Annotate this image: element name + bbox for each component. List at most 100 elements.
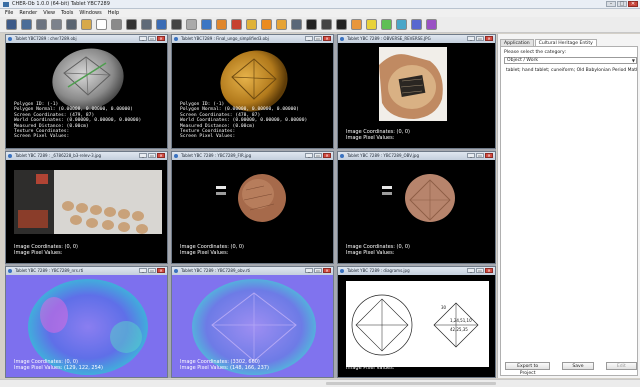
pane-minimize-button[interactable]: _ <box>305 268 313 273</box>
pane-close-button[interactable]: ✕ <box>157 268 165 273</box>
pane-restore-button[interactable]: ▭ <box>476 153 484 158</box>
pane-close-button[interactable]: ✕ <box>323 268 331 273</box>
pane-viewport[interactable]: Image Coordinates: (0, 0) Image Pixel Va… <box>172 160 333 263</box>
pencil-icon[interactable] <box>216 19 227 30</box>
viewer-pane-rti-normals[interactable]: Tablet YBC 7289 : YBC7289_nrs.rti _ ▭ ✕ Im… <box>5 266 168 378</box>
pane-title[interactable]: Tablet YBC7289 : Final_ungo_simplified3.… <box>172 35 333 43</box>
maximize-button[interactable]: □ <box>617 1 627 7</box>
cube-icon[interactable] <box>141 19 152 30</box>
note-icon[interactable] <box>276 19 287 30</box>
pane-close-button[interactable]: ✕ <box>157 36 165 41</box>
pane-minimize-button[interactable]: _ <box>139 153 147 158</box>
tab-application[interactable]: Application <box>500 39 534 46</box>
pane-close-button[interactable]: ✕ <box>323 153 331 158</box>
pane-viewport[interactable]: Polygon ID: (-1) Polygon Normal: (0.0000… <box>6 43 167 148</box>
save-project-icon[interactable] <box>21 19 32 30</box>
menu-file[interactable]: File <box>5 9 13 17</box>
pane-restore-button[interactable]: ▭ <box>148 268 156 273</box>
pane-restore-button[interactable]: ▭ <box>476 268 484 273</box>
pane-viewport[interactable]: Image Coordinates: (0, 0) Image Pixel Va… <box>6 160 167 263</box>
pane-minimize-button[interactable]: _ <box>139 36 147 41</box>
pane-title[interactable]: Tablet YBC 7289 : _6786228_b3-relev-3.jp… <box>6 152 167 160</box>
pane-viewport[interactable]: Polygon ID: (-1) Polygon Normal: (0.0000… <box>172 43 333 148</box>
viewer-pane-photo-obv[interactable]: Tablet YBC 7289 : YBC7289_OBV.jpg _ ▭ ✕ Im… <box>337 151 496 264</box>
pane-title[interactable]: Tablet YBC 7289 : YBC7289_OBV.jpg _ ▭ ✕ <box>338 152 495 160</box>
viewer-pane-diagrams[interactable]: Tablet YBC 7289 : diagrams.jpg _ ▭ ✕ 30 1,… <box>337 266 496 378</box>
pane-restore-button[interactable]: ▭ <box>476 36 484 41</box>
minimize-button[interactable]: – <box>606 1 616 7</box>
pane-close-button[interactable]: ✕ <box>485 153 493 158</box>
rti-icon[interactable] <box>336 19 347 30</box>
color-mode-icon[interactable] <box>306 19 317 30</box>
open-project-icon[interactable] <box>6 19 17 30</box>
entity-description-field[interactable]: tablet; hand tablet; cuneiform; Old Baby… <box>504 67 637 76</box>
viewer-pane-photo-relev[interactable]: Tablet YBC 7289 : _6786228_b3-relev-3.jp… <box>5 151 168 264</box>
save-button[interactable]: Save <box>562 362 594 370</box>
pane-restore-button[interactable]: ▭ <box>314 268 322 273</box>
pane-title[interactable]: Tablet YBC 7289 : diagrams.jpg _ ▭ ✕ <box>338 267 495 275</box>
pane-minimize-button[interactable]: _ <box>467 153 475 158</box>
pane-title[interactable]: Tablet YBC 7289 : YBC7289_obv.rti _ ▭ ✕ <box>172 267 333 275</box>
point-icon[interactable] <box>171 19 182 30</box>
info-icon[interactable] <box>156 19 167 30</box>
camera-icon[interactable] <box>291 19 302 30</box>
menu-help[interactable]: Help <box>108 9 119 17</box>
viewer-pane-3d-gold[interactable]: Tablet YBC7289 : Final_ungo_simplified3.… <box>171 34 334 149</box>
menu-tools[interactable]: Tools <box>61 9 73 17</box>
menu-view[interactable]: View <box>43 9 55 17</box>
filter-purple-icon[interactable] <box>426 19 437 30</box>
folder-icon[interactable] <box>81 19 92 30</box>
mono-mode-icon[interactable] <box>321 19 332 30</box>
export-to-project-button[interactable]: Export to Project <box>505 362 551 376</box>
pane-close-button[interactable]: ✕ <box>485 268 493 273</box>
pane-close-button[interactable]: ✕ <box>323 36 331 41</box>
pane-viewport[interactable]: Image Coordinates: (0, 0) Image Pixel Va… <box>6 275 167 377</box>
pane-minimize-button[interactable]: _ <box>467 268 475 273</box>
surface-icon[interactable] <box>186 19 197 30</box>
filter-blue-icon[interactable] <box>411 19 422 30</box>
distance-icon[interactable] <box>231 19 242 30</box>
interpolation-icon[interactable] <box>111 19 122 30</box>
pane-title[interactable]: Tablet YBC7289 : cher7289.obj _ ▭ ✕ <box>6 35 167 43</box>
filter-red-icon[interactable] <box>351 19 362 30</box>
viewer-pane-3d-grey[interactable]: Tablet YBC7289 : cher7289.obj _ ▭ ✕ Polygo… <box>5 34 168 149</box>
grid-icon[interactable] <box>96 19 107 30</box>
viewer-pane-rti-obverse[interactable]: Tablet YBC 7289 : YBC7289_obv.rti _ ▭ ✕ Im… <box>171 266 334 378</box>
pane-restore-button[interactable]: ▭ <box>314 153 322 158</box>
menu-windows[interactable]: Windows <box>79 9 101 17</box>
pane-restore-button[interactable]: ▭ <box>148 36 156 41</box>
category-select[interactable]: Object / Work ▼ <box>504 57 637 64</box>
tab-cultural-heritage-entity[interactable]: Cultural Heritage Entity <box>534 39 597 46</box>
pane-minimize-button[interactable]: _ <box>467 36 475 41</box>
pane-minimize-button[interactable]: _ <box>305 36 313 41</box>
import-object-icon[interactable] <box>36 19 47 30</box>
pane-viewport[interactable]: Image Coordinates: (3302, 660) Image Pix… <box>172 275 333 377</box>
polygon-icon[interactable] <box>201 19 212 30</box>
filter-green-icon[interactable] <box>381 19 392 30</box>
menu-render[interactable]: Render <box>19 9 37 17</box>
pane-viewport[interactable]: 30 1,24,51,10 42,25,35 Image Coordinates… <box>338 275 495 377</box>
screenshot-icon[interactable] <box>66 19 77 30</box>
pane-restore-button[interactable]: ▭ <box>148 153 156 158</box>
star-icon[interactable] <box>261 19 272 30</box>
filter-yellow-icon[interactable] <box>366 19 377 30</box>
pane-viewport[interactable]: Image Coordinates: (0, 0) Image Pixel Va… <box>338 43 495 148</box>
edit-button[interactable]: Edit <box>605 362 637 370</box>
texture-icon[interactable] <box>126 19 137 30</box>
pane-close-button[interactable]: ✕ <box>485 36 493 41</box>
pane-restore-button[interactable]: ▭ <box>314 36 322 41</box>
horizontal-scrollbar[interactable] <box>326 382 496 385</box>
pane-title[interactable]: Tablet YBC 7289 : YBC7289_nrs.rti _ ▭ ✕ <box>6 267 167 275</box>
pane-title[interactable]: Tablet YBC 7289 : YBC7289_FIR.jpg _ ▭ ✕ <box>172 152 333 160</box>
close-button[interactable]: ✕ <box>628 1 638 7</box>
pane-title[interactable]: Tablet YBC 7289 : OBVERSE_REVERSE.JPG _ ▭… <box>338 35 495 43</box>
pane-minimize-button[interactable]: _ <box>139 268 147 273</box>
viewer-pane-photo-fir[interactable]: Tablet YBC 7289 : YBC7289_FIR.jpg _ ▭ ✕ Im… <box>171 151 334 264</box>
remove-object-icon[interactable] <box>51 19 62 30</box>
pane-close-button[interactable]: ✕ <box>157 153 165 158</box>
filter-cyan-icon[interactable] <box>396 19 407 30</box>
pane-viewport[interactable]: Image Coordinates: (0, 0) Image Pixel Va… <box>338 160 495 263</box>
viewer-pane-photo-hand[interactable]: Tablet YBC 7289 : OBVERSE_REVERSE.JPG _ ▭… <box>337 34 496 149</box>
brightness-icon[interactable] <box>246 19 257 30</box>
pane-minimize-button[interactable]: _ <box>305 153 313 158</box>
